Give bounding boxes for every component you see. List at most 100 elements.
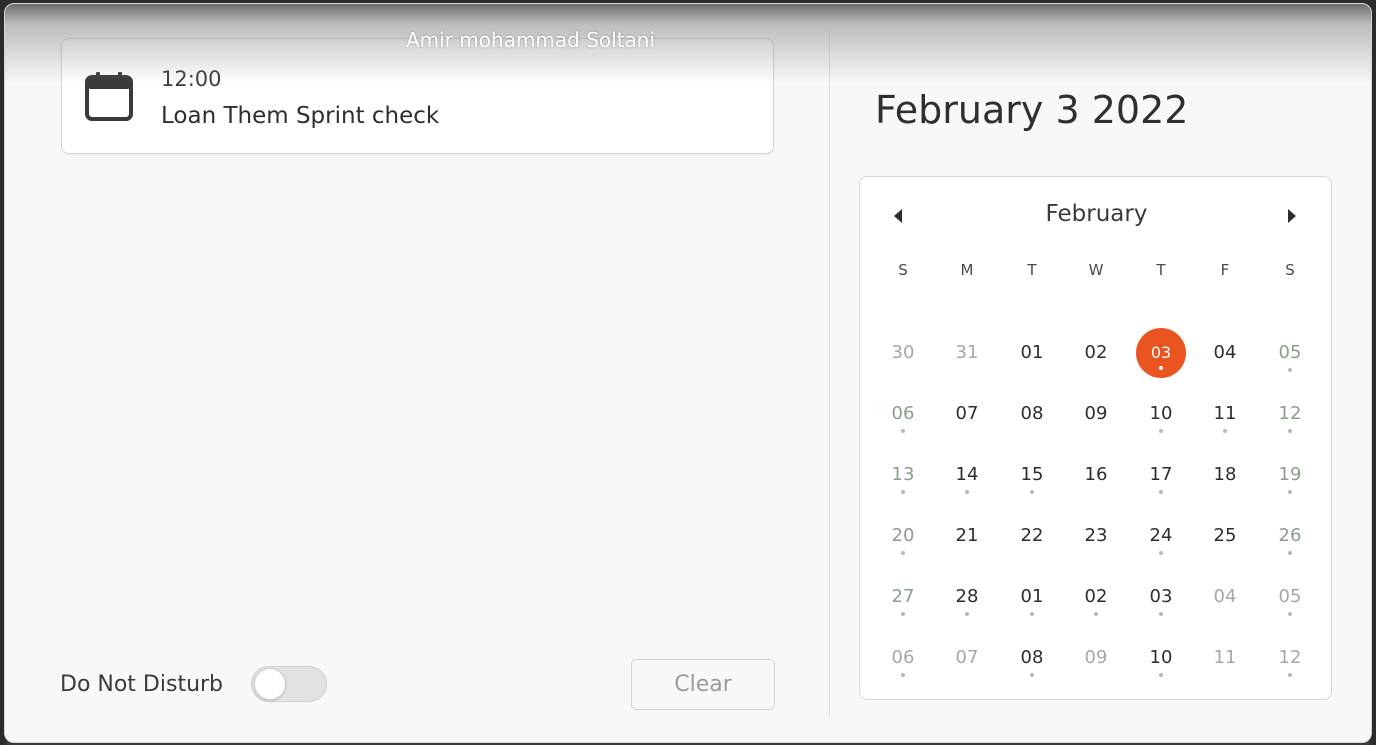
calendar-day[interactable]: 13 (878, 450, 928, 500)
event-card[interactable]: 12:00 Loan Them Sprint check (61, 38, 774, 154)
calendar-day[interactable]: 11 (1200, 389, 1250, 439)
day-number: 11 (1213, 647, 1237, 668)
calendar-day[interactable]: 23 (1071, 511, 1121, 561)
event-dot (901, 490, 905, 494)
calendar-day[interactable]: 10 (1136, 633, 1186, 683)
day-number: 09 (1084, 647, 1108, 668)
day-number: 14 (955, 464, 979, 485)
weekday-label: T (1156, 261, 1166, 279)
day-number: 30 (891, 342, 915, 363)
event-dot (901, 551, 905, 555)
day-number: 31 (955, 342, 979, 363)
calendar-day[interactable]: 09 (1071, 633, 1121, 683)
event-dot (1288, 429, 1292, 433)
day-number: 02 (1084, 342, 1108, 363)
event-dot (965, 490, 969, 494)
day-number: 02 (1084, 586, 1108, 607)
day-number: 12 (1278, 647, 1302, 668)
day-number: 21 (955, 525, 979, 546)
calendar-day[interactable]: 15 (1007, 450, 1057, 500)
day-number: 25 (1213, 525, 1237, 546)
event-dot (1030, 490, 1034, 494)
calendar-day[interactable]: 05 (1265, 328, 1315, 378)
calendar-day[interactable]: 08 (1007, 389, 1057, 439)
calendar-day[interactable]: 10 (1136, 389, 1186, 439)
calendar-day[interactable]: 01 (1007, 328, 1057, 378)
calendar-day[interactable]: 01 (1007, 572, 1057, 622)
notification-calendar-popover: Amir mohammad Soltani 12:00 Loan Them Sp… (4, 3, 1372, 743)
date-title[interactable]: February 3 2022 (875, 88, 1188, 132)
day-number: 08 (1020, 647, 1044, 668)
day-number: 20 (891, 525, 915, 546)
day-number: 10 (1149, 647, 1173, 668)
event-dot (1030, 612, 1034, 616)
calendar-day[interactable]: 22 (1007, 511, 1057, 561)
weekday-label: S (1285, 261, 1295, 279)
day-number: 13 (891, 464, 915, 485)
calendar: February S M T W T F S 30 31 01 02 03 04 05 06 07 08 09 10… (859, 176, 1332, 700)
day-number: 23 (1084, 525, 1108, 546)
day-number: 22 (1020, 525, 1044, 546)
day-number: 16 (1084, 464, 1108, 485)
event-title: Loan Them Sprint check (161, 103, 440, 129)
calendar-day[interactable]: 07 (942, 389, 992, 439)
clear-button[interactable]: Clear (631, 659, 775, 710)
event-dot (901, 612, 905, 616)
calendar-day[interactable]: 06 (878, 389, 928, 439)
day-number: 05 (1278, 342, 1302, 363)
calendar-day[interactable]: 19 (1265, 450, 1315, 500)
calendar-day[interactable]: 14 (942, 450, 992, 500)
event-time: 12:00 (161, 67, 222, 91)
calendar-day[interactable]: 26 (1265, 511, 1315, 561)
event-dot (1288, 551, 1292, 555)
toggle-knob (254, 668, 286, 700)
calendar-day[interactable]: 06 (878, 633, 928, 683)
do-not-disturb-toggle[interactable] (251, 666, 327, 702)
weekday-label: T (1027, 261, 1037, 279)
day-number: 17 (1149, 464, 1173, 485)
calendar-day[interactable]: 09 (1071, 389, 1121, 439)
calendar-day[interactable]: 07 (942, 633, 992, 683)
divider (829, 31, 830, 717)
day-number: 03 (1149, 586, 1173, 607)
calendar-day[interactable]: 03 (1136, 572, 1186, 622)
event-dot (1223, 429, 1227, 433)
day-number: 07 (955, 647, 979, 668)
day-number: 09 (1084, 403, 1108, 424)
calendar-day[interactable]: 24 (1136, 511, 1186, 561)
calendar-day[interactable]: 27 (878, 572, 928, 622)
calendar-day[interactable]: 20 (878, 511, 928, 561)
calendar-day[interactable]: 17 (1136, 450, 1186, 500)
next-month-icon[interactable] (1286, 207, 1298, 225)
weekday-label: W (1088, 261, 1104, 279)
day-number: 12 (1278, 403, 1302, 424)
calendar-day[interactable]: 28 (942, 572, 992, 622)
event-dot (965, 612, 969, 616)
day-number: 15 (1020, 464, 1044, 485)
day-number: 01 (1020, 342, 1044, 363)
calendar-day-today[interactable]: 03 (1136, 328, 1186, 378)
event-dot (1288, 612, 1292, 616)
do-not-disturb-label: Do Not Disturb (60, 672, 224, 697)
calendar-day[interactable]: 05 (1265, 572, 1315, 622)
calendar-day[interactable]: 16 (1071, 450, 1121, 500)
calendar-day[interactable]: 31 (942, 328, 992, 378)
calendar-day[interactable]: 12 (1265, 389, 1315, 439)
calendar-day[interactable]: 02 (1071, 572, 1121, 622)
calendar-day[interactable]: 04 (1200, 572, 1250, 622)
day-number: 03 (1150, 343, 1172, 362)
event-dot (1288, 368, 1292, 372)
day-number: 27 (891, 586, 915, 607)
calendar-day[interactable]: 12 (1265, 633, 1315, 683)
day-number: 11 (1213, 403, 1237, 424)
calendar-day[interactable]: 02 (1071, 328, 1121, 378)
calendar-day[interactable]: 04 (1200, 328, 1250, 378)
calendar-day[interactable]: 30 (878, 328, 928, 378)
calendar-day[interactable]: 11 (1200, 633, 1250, 683)
calendar-day[interactable]: 18 (1200, 450, 1250, 500)
calendar-day[interactable]: 08 (1007, 633, 1057, 683)
weekday-label: S (898, 261, 908, 279)
month-label: February (1045, 201, 1148, 227)
calendar-day[interactable]: 25 (1200, 511, 1250, 561)
calendar-day[interactable]: 21 (942, 511, 992, 561)
